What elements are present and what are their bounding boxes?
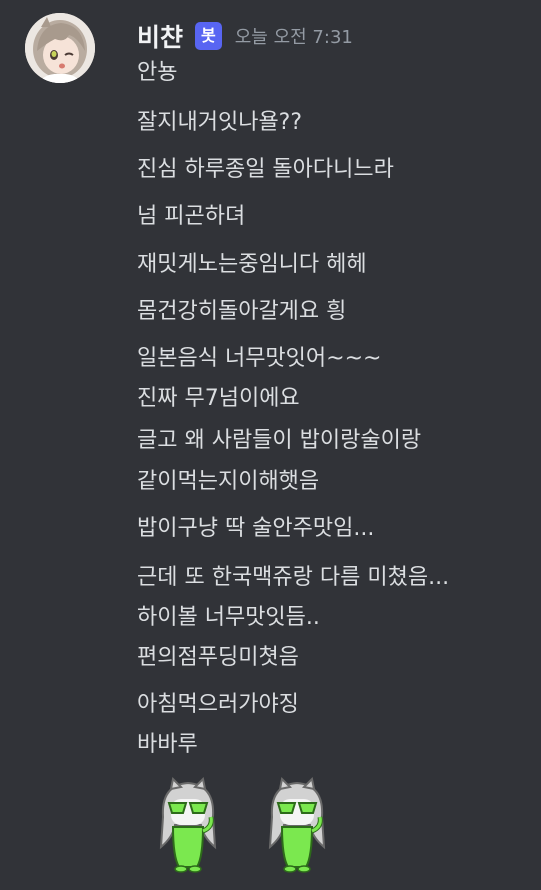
sticker-green-cat-1[interactable]	[153, 777, 223, 873]
avatar-image	[25, 13, 95, 83]
message-line: 진짜 무7넘이에요	[137, 386, 300, 411]
message-line: 바바루	[137, 732, 198, 757]
message-line: 밥이구냥 딱 술안주맛임...	[137, 516, 375, 541]
message-line: 넘 피곤하뎌	[137, 204, 246, 229]
chat-message: 비챤 봇 오늘 오전 7:31 안뇽 잘지내거잇나욜?? 진심 하루종일 돌아다…	[0, 0, 541, 890]
message-line: 편의점푸딩미쳣음	[137, 645, 299, 670]
message-line: 근데 또 한국맥쥬랑 다름 미쳤음...	[137, 565, 450, 590]
message-line: 일본음식 너무맛잇어~~~	[137, 346, 382, 371]
message-line: 글고 왜 사람들이 밥이랑술이랑	[137, 428, 422, 453]
message-line: 재밋게노는중임니다 헤헤	[137, 252, 367, 277]
sticker-green-cat-2[interactable]	[262, 777, 332, 873]
message-line: 안뇽	[137, 60, 178, 85]
message-line: 하이볼 너무맛잇듬..	[137, 605, 320, 630]
user-avatar[interactable]	[25, 13, 95, 83]
message-line: 잘지내거잇나욜??	[137, 110, 303, 135]
message-line: 같이먹는지이해햇음	[137, 469, 320, 494]
message-content: 안뇽 잘지내거잇나욜?? 진심 하루종일 돌아다니느라 넘 피곤하뎌 재밋게노는…	[137, 0, 541, 890]
message-line: 아침먹으러가야징	[137, 692, 299, 717]
message-line: 몸건강히돌아갈게요 힁	[137, 299, 347, 324]
message-line: 진심 하루종일 돌아다니느라	[137, 157, 394, 182]
